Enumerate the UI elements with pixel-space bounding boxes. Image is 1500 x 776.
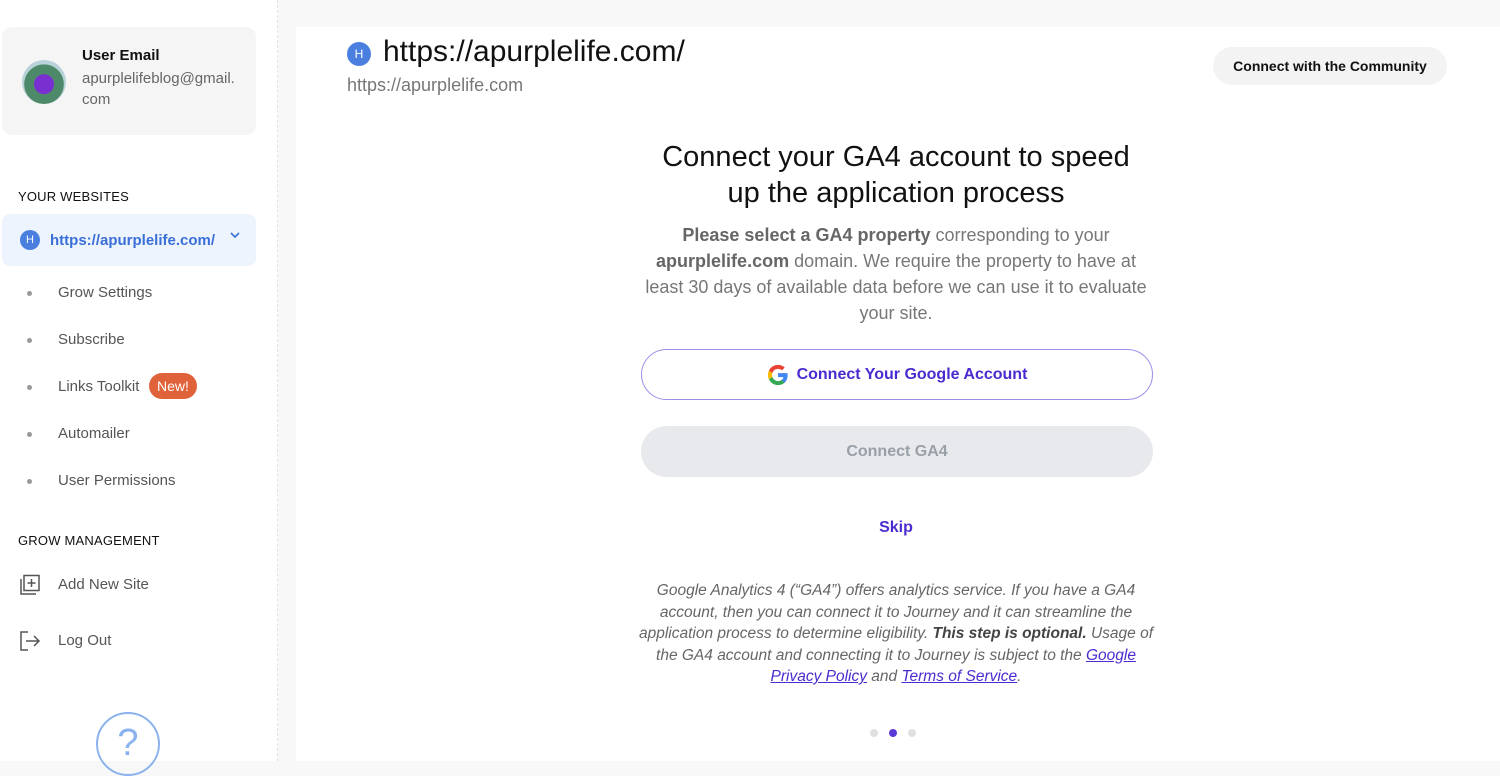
sidebar-item-grow-settings[interactable]: Grow Settings: [0, 284, 278, 314]
ga4-heading: Connect your GA4 account to speed up the…: [596, 139, 1196, 211]
step-dot-active: [889, 729, 897, 737]
connect-community-button[interactable]: Connect with the Community: [1213, 47, 1447, 85]
sidebar-item-subscribe[interactable]: Subscribe: [0, 331, 278, 361]
site-name: https://apurplelife.com/: [50, 232, 216, 249]
desc-bold: apurplelife.com: [656, 251, 790, 271]
fine-text: and: [866, 668, 902, 685]
sidebar-item-label: Grow Settings: [58, 284, 153, 301]
sidebar-item-user-permissions[interactable]: User Permissions: [0, 472, 278, 502]
site-badge: H: [347, 42, 371, 66]
user-email: apurplelifeblog@gmail.com: [82, 70, 235, 108]
sidebar-site-item[interactable]: H https://apurplelife.com/: [2, 214, 256, 266]
page-title: https://apurplelife.com/: [383, 35, 685, 68]
bullet-icon: [27, 338, 32, 343]
sidebar-item-automailer[interactable]: Automailer: [0, 425, 278, 455]
sidebar-item-label: Add New Site: [58, 576, 149, 593]
sidebar-item-label: User Permissions: [58, 472, 176, 489]
new-badge: New!: [149, 373, 197, 399]
add-square-icon: [19, 574, 41, 596]
page-subtitle: https://apurplelife.com: [347, 75, 524, 95]
websites-heading: YOUR WEBSITES: [18, 189, 129, 204]
step-dot: [908, 729, 916, 737]
terms-link[interactable]: Terms of Service: [901, 668, 1017, 685]
sidebar: User Email apurplelifeblog@gmail.com YOU…: [0, 0, 278, 776]
connect-google-label: Connect Your Google Account: [796, 365, 1028, 383]
bullet-icon: [27, 432, 32, 437]
ga4-description: Please select a GA4 property correspondi…: [636, 222, 1156, 326]
sidebar-item-add-new-site[interactable]: Add New Site: [0, 574, 278, 606]
desc-text: corresponding to your: [930, 225, 1110, 245]
fine-bold: This step is optional.: [932, 625, 1087, 642]
fine-text: .: [1017, 668, 1022, 685]
main-panel: H https://apurplelife.com/ https://apurp…: [296, 27, 1500, 761]
avatar: [22, 60, 66, 104]
step-dot: [870, 729, 878, 737]
sidebar-item-label: Links Toolkit: [58, 378, 140, 395]
sidebar-item-links-toolkit[interactable]: Links Toolkit New!: [0, 373, 278, 408]
sidebar-item-label: Subscribe: [58, 331, 125, 348]
chevron-down-icon[interactable]: [228, 228, 242, 245]
connect-ga4-button[interactable]: Connect GA4: [641, 426, 1153, 477]
google-icon: [767, 364, 789, 386]
step-indicator: [870, 729, 916, 737]
bullet-icon: [27, 385, 32, 390]
logout-icon: [19, 630, 41, 652]
sidebar-item-log-out[interactable]: Log Out: [0, 630, 278, 662]
management-heading: GROW MANAGEMENT: [18, 533, 160, 548]
sidebar-item-label: Automailer: [58, 425, 130, 442]
heading-line: Connect your GA4 account to speed: [662, 141, 1130, 173]
user-label: User Email: [82, 47, 160, 64]
bullet-icon: [27, 291, 32, 296]
sidebar-item-label: Log Out: [58, 632, 112, 649]
site-badge: H: [20, 230, 40, 250]
desc-bold: Please select a GA4 property: [682, 225, 931, 245]
ga4-disclaimer: Google Analytics 4 (“GA4”) offers analyt…: [636, 580, 1156, 688]
bullet-icon: [27, 479, 32, 484]
help-icon[interactable]: ?: [96, 712, 160, 776]
heading-line: up the application process: [727, 177, 1065, 209]
skip-link[interactable]: Skip: [856, 519, 936, 537]
connect-google-button[interactable]: Connect Your Google Account: [641, 349, 1153, 400]
